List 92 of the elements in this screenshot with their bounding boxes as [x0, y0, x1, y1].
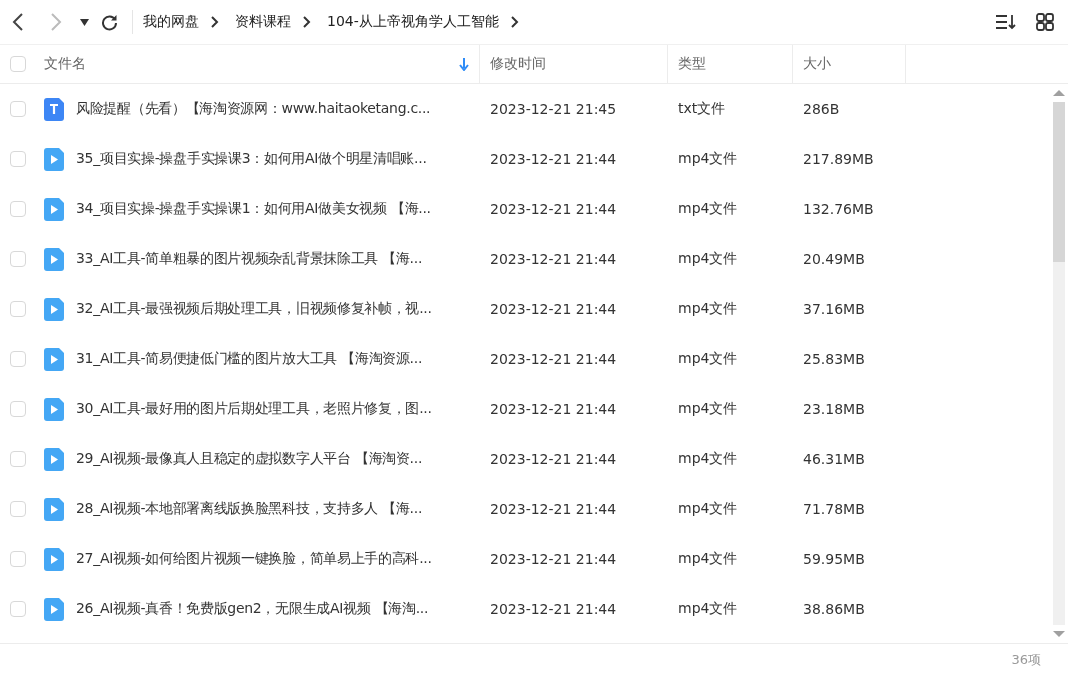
file-type: mp4文件 — [678, 250, 738, 268]
modified-time: 2023-12-21 21:44 — [490, 601, 617, 617]
chevron-icon — [510, 16, 519, 28]
file-type: mp4文件 — [678, 300, 738, 318]
modified-time: 2023-12-21 21:44 — [490, 551, 617, 567]
file-size: 20.49MB — [803, 251, 865, 267]
video-file-icon — [44, 447, 64, 471]
file-name[interactable]: 风险提醒（先看）【海淘资源网：www.haitaoketang.c... — [76, 100, 431, 118]
column-header[interactable]: 大小 — [793, 45, 906, 83]
file-name[interactable]: 29_AI视频-最像真人且稳定的虚拟数字人平台 【海淘资... — [76, 450, 423, 468]
text-file-icon — [44, 97, 64, 121]
row-checkbox[interactable] — [10, 301, 26, 317]
file-size: 38.86MB — [803, 601, 865, 617]
video-file-icon — [44, 297, 64, 321]
column-title: 大小 — [803, 55, 831, 73]
file-type: mp4文件 — [678, 400, 738, 418]
row-checkbox[interactable] — [10, 101, 26, 117]
file-name[interactable]: 31_AI工具-简易便捷低门槛的图片放大工具 【海淘资源... — [76, 350, 423, 368]
breadcrumb-link[interactable]: 104-从上帝视角学人工智能 — [327, 13, 499, 31]
back-icon — [12, 13, 24, 31]
grid-icon — [1036, 13, 1054, 31]
file-name[interactable]: 32_AI工具-最强视频后期处理工具，旧视频修复补帧，视... — [76, 300, 432, 318]
row-checkbox[interactable] — [10, 201, 26, 217]
file-name[interactable]: 35_项目实操-操盘手实操课3：如何用AI做个明星清唱账... — [76, 150, 427, 168]
row-checkbox[interactable] — [10, 501, 26, 517]
video-file-icon — [44, 147, 64, 171]
sort-icon — [996, 14, 1016, 30]
scrollbar-thumb[interactable] — [1053, 102, 1065, 262]
scroll-up-icon[interactable] — [1053, 88, 1065, 98]
column-title: 文件名 — [44, 55, 86, 73]
file-size: 286B — [803, 101, 840, 117]
file-type: mp4文件 — [678, 450, 738, 468]
video-file-icon — [44, 247, 64, 271]
file-size: 23.18MB — [803, 401, 865, 417]
modified-time: 2023-12-21 21:44 — [490, 451, 617, 467]
row-checkbox[interactable] — [10, 151, 26, 167]
video-file-icon — [44, 197, 64, 221]
column-header[interactable]: 文件名 — [34, 45, 480, 83]
file-size: 217.89MB — [803, 151, 874, 167]
file-size: 46.31MB — [803, 451, 865, 467]
file-size: 37.16MB — [803, 301, 865, 317]
column-header[interactable]: 类型 — [668, 45, 793, 83]
file-type: txt文件 — [678, 100, 726, 118]
video-file-icon — [44, 547, 64, 571]
modified-time: 2023-12-21 21:44 — [490, 201, 617, 217]
refresh-icon — [101, 13, 118, 31]
file-type: mp4文件 — [678, 150, 738, 168]
breadcrumb-link[interactable]: 我的网盘 — [143, 13, 199, 31]
modified-time: 2023-12-21 21:44 — [490, 351, 617, 367]
row-checkbox[interactable] — [10, 601, 26, 617]
scrollbar-track[interactable] — [1053, 102, 1065, 625]
item-count: 36项 — [1011, 651, 1041, 669]
row-checkbox[interactable] — [10, 451, 26, 467]
modified-time: 2023-12-21 21:44 — [490, 301, 617, 317]
file-name[interactable]: 28_AI视频-本地部署离线版换脸黑科技，支持多人 【海... — [76, 500, 423, 518]
row-checkbox[interactable] — [10, 351, 26, 367]
file-size: 71.78MB — [803, 501, 865, 517]
caret-icon — [80, 18, 89, 26]
file-type: mp4文件 — [678, 350, 738, 368]
chevron-icon — [303, 16, 311, 28]
file-name[interactable]: 30_AI工具-最好用的图片后期处理工具，老照片修复，图... — [76, 400, 432, 418]
modified-time: 2023-12-21 21:44 — [490, 251, 617, 267]
file-name[interactable]: 33_AI工具-简单粗暴的图片视频杂乱背景抹除工具 【海... — [76, 250, 423, 268]
video-file-icon — [44, 597, 64, 621]
file-name[interactable]: 34_项目实操-操盘手实操课1：如何用AI做美女视频 【海... — [76, 200, 431, 218]
modified-time: 2023-12-21 21:44 — [490, 151, 617, 167]
chevron-icon — [211, 16, 219, 28]
file-type: mp4文件 — [678, 500, 738, 518]
scroll-down-icon[interactable] — [1053, 629, 1065, 639]
video-file-icon — [44, 497, 64, 521]
file-type: mp4文件 — [678, 200, 738, 218]
column-title: 修改时间 — [490, 55, 546, 73]
breadcrumb-link[interactable]: 资料课程 — [235, 13, 291, 31]
modified-time: 2023-12-21 21:45 — [490, 101, 617, 117]
modified-time: 2023-12-21 21:44 — [490, 501, 617, 517]
row-checkbox[interactable] — [10, 401, 26, 417]
file-size: 25.83MB — [803, 351, 865, 367]
modified-time: 2023-12-21 21:44 — [490, 401, 617, 417]
file-type: mp4文件 — [678, 550, 738, 568]
file-size: 59.95MB — [803, 551, 865, 567]
column-header[interactable]: 修改时间 — [480, 45, 668, 83]
file-type: mp4文件 — [678, 600, 738, 618]
row-checkbox[interactable] — [10, 251, 26, 267]
select-all-checkbox[interactable] — [10, 56, 26, 72]
file-size: 132.76MB — [803, 201, 874, 217]
file-name[interactable]: 27_AI视频-如何给图片视频一键换脸，简单易上手的高科... — [76, 550, 432, 568]
column-title: 类型 — [678, 55, 706, 73]
video-file-icon — [44, 397, 64, 421]
file-name[interactable]: 26_AI视频-真香！免费版gen2，无限生成AI视频 【海淘... — [76, 600, 429, 618]
video-file-icon — [44, 347, 64, 371]
row-checkbox[interactable] — [10, 551, 26, 567]
forward-icon — [50, 13, 62, 31]
